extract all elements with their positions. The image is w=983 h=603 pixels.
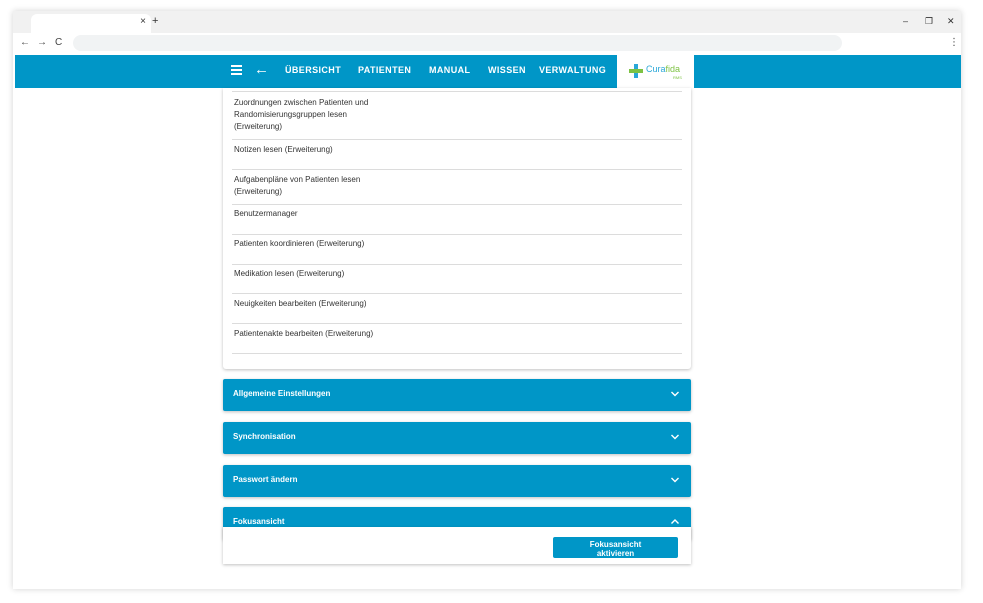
- divider: [232, 323, 682, 324]
- hamburger-menu-icon[interactable]: [231, 65, 243, 77]
- permission-item: Medikation lesen (Erweiterung): [234, 269, 345, 278]
- divider: [232, 264, 682, 265]
- permission-item: Aufgabenpläne von Patienten lesen (Erwei…: [234, 175, 361, 196]
- back-arrow-icon[interactable]: ←: [20, 37, 30, 48]
- permission-item: Patienten koordinieren (Erweiterung): [234, 239, 365, 248]
- panel-fokusansicht-body: Fokusansicht aktivieren: [223, 527, 691, 564]
- permission-item: Zuordnungen zwischen Patienten und Rando…: [234, 98, 369, 131]
- browser-tab[interactable]: ×: [31, 14, 151, 33]
- panel-title: Passwort ändern: [233, 475, 298, 484]
- divider: [232, 234, 682, 235]
- panel-synchronisation[interactable]: Synchronisation: [223, 422, 691, 454]
- nav-wissen[interactable]: WISSEN: [488, 65, 526, 75]
- page-viewport: ← ÜBERSICHT PATIENTEN MANUAL WISSEN VERW…: [13, 55, 961, 589]
- nav-uebersicht[interactable]: ÜBERSICHT: [285, 65, 341, 75]
- tab-strip: × + – ❐ ✕: [13, 11, 961, 33]
- minimize-icon[interactable]: –: [903, 16, 908, 26]
- app-header: ← ÜBERSICHT PATIENTEN MANUAL WISSEN VERW…: [15, 55, 961, 88]
- chevron-up-icon: [671, 519, 679, 524]
- chevron-down-icon: [671, 391, 679, 397]
- panel-allgemeine-einstellungen[interactable]: Allgemeine Einstellungen: [223, 379, 691, 411]
- tab-close-icon[interactable]: ×: [140, 16, 146, 27]
- divider: [232, 204, 682, 205]
- browser-window: × + – ❐ ✕ ← → C ⋮ ← ÜBERSICHT PATIENTEN …: [13, 11, 961, 589]
- browser-menu-icon[interactable]: ⋮: [949, 37, 959, 48]
- panel-title: Allgemeine Einstellungen: [233, 389, 331, 398]
- new-tab-button[interactable]: +: [152, 15, 158, 27]
- logo-subtext: RMS: [673, 75, 682, 80]
- chevron-down-icon: [671, 477, 679, 483]
- permission-item: Neuigkeiten bearbeiten (Erweiterung): [234, 299, 367, 308]
- permission-list: Zuordnungen zwischen Patienten und Rando…: [223, 88, 691, 369]
- curafida-logo[interactable]: Curafida RMS: [617, 55, 694, 88]
- button-label-line1: Fokusansicht: [589, 539, 642, 549]
- panel-passwort-aendern[interactable]: Passwort ändern: [223, 465, 691, 497]
- chevron-down-icon: [671, 434, 679, 440]
- logo-cross-icon: [629, 64, 643, 78]
- divider: [232, 353, 682, 354]
- divider: [232, 139, 682, 140]
- nav-verwaltung[interactable]: VERWALTUNG: [539, 65, 606, 75]
- forward-arrow-icon[interactable]: →: [37, 37, 47, 48]
- divider: [232, 91, 682, 92]
- panel-title: Fokusansicht: [233, 517, 285, 526]
- close-window-icon[interactable]: ✕: [947, 16, 955, 27]
- restore-icon[interactable]: ❐: [925, 16, 933, 27]
- divider: [232, 169, 682, 170]
- button-label-line2: aktivieren: [596, 548, 635, 558]
- back-icon[interactable]: ←: [254, 61, 269, 78]
- browser-toolbar: ← → C ⋮: [13, 33, 961, 55]
- panel-title: Synchronisation: [233, 432, 296, 441]
- logo-text: Curafida: [646, 64, 681, 74]
- permission-item: Benutzermanager: [234, 209, 298, 218]
- nav-manual[interactable]: MANUAL: [429, 65, 470, 75]
- address-bar[interactable]: [73, 35, 842, 51]
- activate-focus-view-button[interactable]: Fokusansicht aktivieren: [553, 537, 678, 558]
- nav-patienten[interactable]: PATIENTEN: [358, 65, 411, 75]
- permission-item: Notizen lesen (Erweiterung): [234, 145, 333, 154]
- reload-icon[interactable]: C: [55, 37, 62, 48]
- divider: [232, 293, 682, 294]
- permission-item: Patientenakte bearbeiten (Erweiterung): [234, 329, 374, 338]
